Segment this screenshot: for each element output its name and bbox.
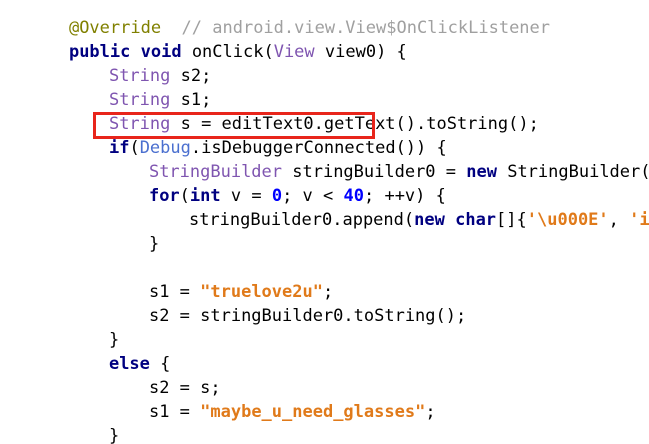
code-line-decl-s2: String s2;	[68, 40, 211, 86]
comma: ,	[608, 210, 630, 230]
char-literal-2: 'i'	[629, 210, 649, 230]
code-line-else-assign-s1: s1 = "maybe_u_need_glasses";	[108, 376, 436, 422]
assign-s1-start: s1 =	[148, 402, 201, 422]
closing-brace: }	[148, 234, 160, 254]
view-type: View	[273, 42, 315, 62]
code-editor[interactable]: @Override // android.view.View$OnClickLi…	[0, 0, 649, 444]
append-call: stringBuilder0.append(	[188, 210, 415, 230]
method-params-end: view0) {	[314, 42, 407, 62]
code-line-else-assign-s2: s2 = s;	[108, 352, 221, 398]
closing-brace: }	[108, 426, 120, 444]
new-keyword: new	[414, 210, 445, 230]
stringbuilder-ctor: StringBuilder();	[507, 162, 649, 182]
code-line-override: @Override // android.view.View$OnClickLi…	[28, 0, 550, 38]
char-keyword: char	[455, 210, 497, 230]
code-line-decl-s: String s = editText0.getText().toString(…	[68, 88, 539, 134]
new-keyword: new	[466, 162, 497, 182]
code-line-decl-s1: String s1;	[68, 64, 211, 110]
assign-s2: s2 = stringBuilder0.toString();	[148, 306, 467, 326]
code-line-stringbuilder: StringBuilder stringBuilder0 = new Strin…	[108, 136, 649, 182]
char-literal-1: '\u000E'	[526, 210, 609, 230]
code-line-assign-s2: s2 = stringBuilder0.toString();	[108, 280, 466, 326]
code-line-assign-s1: s1 = "truelove2u";	[108, 256, 333, 302]
semicolon: ;	[425, 402, 436, 422]
code-line-if-debug: if(Debug.isDebuggerConnected()) {	[68, 112, 447, 158]
code-line-else: else {	[68, 328, 170, 374]
code-line-append: stringBuilder0.append(new char[]{'\u000E…	[148, 184, 649, 230]
code-line-method-signature: public void onClick(View view0) {	[28, 16, 407, 62]
code-line-else-close: }	[68, 400, 119, 444]
array-open: []{	[496, 210, 527, 230]
code-line-for-loop: for(int v = 0; v < 40; ++v) {	[108, 160, 446, 206]
code-line-if-close: }	[68, 304, 119, 350]
code-line-for-close: }	[108, 208, 159, 254]
maybe-glasses-string: "maybe_u_need_glasses"	[200, 402, 426, 422]
